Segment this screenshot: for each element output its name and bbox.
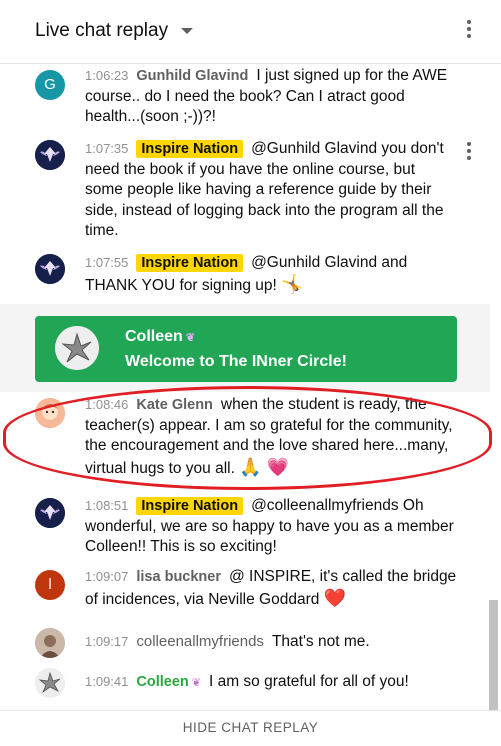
avatar[interactable] [35,140,65,170]
person-avatar-icon [35,628,65,658]
scrollbar-thumb[interactable] [489,600,498,710]
message-body: 1:09:07 lisa buckner @ INSPIRE, it's calle… [85,567,457,610]
member-badge-icon: ❦ [191,677,201,689]
message-text: I am so grateful for all of you! [208,673,409,690]
chat-footer: HIDE CHAT REPLAY [0,710,501,746]
chat-mode-title[interactable]: Live chat replay [35,20,168,42]
chevron-down-icon[interactable] [181,28,193,34]
message-body: 1:07:35 Inspire Nation @Gunhild Glavind yo… [85,139,457,242]
hide-chat-replay-button[interactable]: HIDE CHAT REPLAY [183,720,319,735]
chat-header: Live chat replay [0,0,501,64]
person-avatar-icon [35,398,65,428]
message-body: 1:07:55 Inspire Nation @Gunhild Glavind an… [85,253,457,296]
message-text: That's not me. [271,633,370,650]
message-text: @Gunhild Glavind and THANK YOU for signi… [85,254,408,294]
timestamp: 1:09:41 [85,674,129,689]
inspire-logo-icon [35,254,65,284]
message-body: 1:06:23 Gunhild Glavind I just signed up f… [85,66,457,128]
timestamp: 1:08:46 [85,397,129,412]
inspire-logo-icon [35,140,65,170]
chat-message: 1:08:46 Kate Glenn when the student is rea… [0,394,490,478]
chat-message: G 1:06:23 Gunhild Glavind I just signed up… [0,64,490,130]
more-options-icon[interactable] [464,20,474,44]
message-body: 1:09:41 Colleen ❦ I am so grateful for all … [85,672,457,694]
chat-message: 1:09:17 colleenallmyfriends That's not me. [0,626,490,660]
avatar[interactable] [35,254,65,284]
message-body: 1:09:17 colleenallmyfriends That's not me. [85,632,457,653]
avatar[interactable]: l [35,570,65,600]
message-body: 1:08:46 Kate Glenn when the student is rea… [85,395,457,479]
chat-message: 1:07:55 Inspire Nation @Gunhild Glavind an… [0,248,490,298]
timestamp: 1:07:35 [85,141,129,156]
avatar[interactable]: G [35,70,65,100]
author-name[interactable]: Colleen [136,674,188,690]
chat-message: 1:08:51 Inspire Nation @colleenallmyfriend… [0,496,490,564]
author-name[interactable]: colleenallmyfriends [136,633,264,650]
member-badge-icon: ❦ [185,332,196,344]
chat-message: 1:09:41 Colleen ❦ I am so grateful for all … [0,664,490,704]
chat-message: l 1:09:07 lisa buckner @ INSPIRE, it's cal… [0,566,490,622]
avatar[interactable] [35,498,65,528]
emoji: 🙏 💗 [239,456,290,477]
inspire-logo-icon [35,498,65,528]
banner-welcome-text: Welcome to The INner Circle! [125,353,347,370]
author-name[interactable]: Inspire Nation [136,497,244,515]
avatar[interactable] [35,668,65,698]
avatar[interactable] [35,628,65,658]
chat-message: 1:07:35 Inspire Nation @Gunhild Glavind yo… [0,134,490,242]
timestamp: 1:07:55 [85,255,129,270]
author-name[interactable]: lisa buckner [136,569,221,585]
timestamp: 1:09:17 [85,634,129,649]
message-options-icon[interactable] [464,142,474,166]
membership-banner: Colleen ❦ Welcome to The INner Circle! [35,316,457,382]
timestamp: 1:08:51 [85,498,129,513]
flower-avatar-icon [35,668,65,698]
emoji: ❤️ [323,587,347,608]
author-name[interactable]: Kate Glenn [136,397,213,413]
banner-member-name[interactable]: Colleen ❦ [125,328,195,346]
timestamp: 1:09:07 [85,569,129,584]
avatar[interactable] [35,398,65,428]
author-name[interactable]: Gunhild Glavind [136,68,248,84]
author-name[interactable]: Inspire Nation [136,254,244,272]
flower-avatar-icon [55,326,99,370]
avatar[interactable] [55,326,99,370]
message-body: 1:08:51 Inspire Nation @colleenallmyfriend… [85,496,457,558]
author-name[interactable]: Inspire Nation [136,140,244,158]
timestamp: 1:06:23 [85,68,129,83]
chat-message-list[interactable]: G 1:06:23 Gunhild Glavind I just signed up… [0,64,501,710]
emoji: 🤸 [281,273,304,294]
